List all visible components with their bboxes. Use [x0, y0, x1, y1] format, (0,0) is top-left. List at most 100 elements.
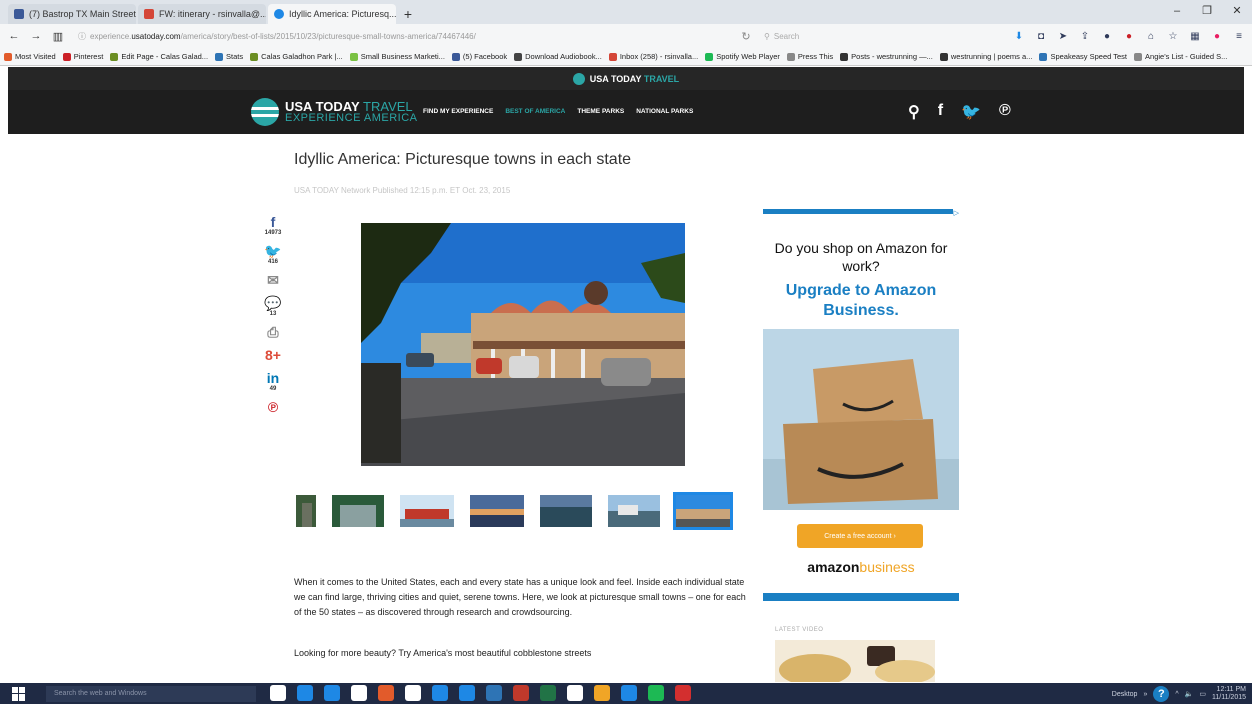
article-link-paragraph[interactable]: Looking for more beauty? Try America's m…	[294, 648, 591, 658]
tab-itinerary[interactable]: FW: itinerary - rsinvalla@... ✕	[138, 4, 266, 24]
bookmark-item[interactable]: Spotify Web Player	[705, 52, 780, 61]
gallery-thumbnail[interactable]	[400, 495, 454, 527]
bookmark-item[interactable]: Stats	[215, 52, 243, 61]
bookmark-item[interactable]: westrunning | poems a...	[939, 52, 1032, 61]
taskbar-app-icon[interactable]	[540, 685, 556, 701]
gallery-thumbnail[interactable]	[608, 495, 660, 527]
bookmark-item[interactable]: Posts - westrunning —...	[840, 52, 933, 61]
bookmark-item[interactable]: (5) Facebook	[451, 52, 507, 61]
taskbar-app-icon[interactable]	[378, 685, 394, 701]
main-gallery-photo[interactable]	[361, 223, 685, 466]
download-icon[interactable]: ⬇	[1012, 29, 1026, 43]
tray-chevron-icon[interactable]: »	[1143, 691, 1147, 698]
taskbar-search-input[interactable]: Search the web and Windows	[46, 685, 256, 702]
address-bar[interactable]: ⓘ experience. usatoday.com/america/story/…	[72, 27, 732, 45]
adblock-icon[interactable]: ●	[1210, 29, 1224, 43]
create-account-button[interactable]: Create a free account ›	[797, 524, 923, 548]
pinterest-share-button[interactable]: ℗	[268, 399, 278, 415]
email-share-button[interactable]: ✉	[267, 272, 279, 288]
bookmark-item[interactable]: Angie's List - Guided S...	[1134, 52, 1227, 61]
maximize-button[interactable]: ❐	[1192, 0, 1222, 24]
menu-theme-parks[interactable]: THEME PARKS	[577, 108, 624, 115]
linkedin-share-button[interactable]: in 49	[267, 370, 279, 392]
taskbar-app-icon[interactable]	[351, 685, 367, 701]
bookmark-favicon-icon	[349, 52, 358, 61]
twitter-share-button[interactable]: 🐦 416	[264, 243, 281, 265]
bookmark-item[interactable]: Pinterest	[62, 52, 103, 61]
gallery-thumbnail-selected[interactable]	[673, 492, 733, 530]
gallery-thumbnail[interactable]	[470, 495, 524, 527]
taskbar-app-icon[interactable]	[675, 685, 691, 701]
send-icon[interactable]: ➤	[1056, 29, 1070, 43]
latest-video-thumbnail[interactable]	[775, 640, 935, 682]
gallery-thumbnail[interactable]	[332, 495, 384, 527]
reload-icon[interactable]: ↻	[738, 30, 754, 43]
taskbar-app-icon[interactable]	[621, 685, 637, 701]
home-icon[interactable]: ⌂	[1144, 29, 1158, 43]
gallery-thumbnail[interactable]	[540, 495, 592, 527]
tab-idyllic-america[interactable]: Idyllic America: Picturesq... ✕	[268, 4, 396, 24]
pinterest-extension-icon[interactable]: ●	[1122, 29, 1136, 43]
google-plus-share-button[interactable]: 8+	[265, 347, 281, 363]
tab-bastrop[interactable]: (7) Bastrop TX Main Street ✕	[8, 4, 136, 24]
gallery-thumbnail[interactable]	[296, 495, 316, 527]
bookmark-item[interactable]: Small Business Marketi...	[349, 52, 445, 61]
taskbar-app-icon[interactable]	[324, 685, 340, 701]
help-icon[interactable]: ?	[1153, 686, 1170, 702]
search-icon[interactable]: ⚲	[908, 102, 920, 122]
reader-icon[interactable]: ▥	[50, 30, 66, 43]
close-window-button[interactable]: ✕	[1222, 0, 1252, 24]
bookmark-star-icon[interactable]: ☆	[1166, 29, 1180, 43]
print-share-button[interactable]: ⎙	[267, 324, 278, 340]
taskbar-app-icon[interactable]	[405, 685, 421, 701]
menu-icon[interactable]: ≡	[1232, 29, 1246, 43]
clock[interactable]: 12:11 PM 11/11/2015	[1212, 686, 1246, 702]
search-input[interactable]: ⚲ Search	[760, 27, 960, 45]
menu-find-my-experience[interactable]: FIND MY EXPERIENCE	[423, 108, 493, 115]
bookmark-item[interactable]: Speakeasy Speed Test	[1039, 52, 1127, 61]
bookmark-item[interactable]: Most Visited	[4, 52, 56, 61]
pocket-icon[interactable]: ◘	[1034, 29, 1048, 43]
menu-national-parks[interactable]: NATIONAL PARKS	[636, 108, 693, 115]
bookmark-item[interactable]: Edit Page - Calas Galad...	[110, 52, 208, 61]
info-icon: ⓘ	[78, 31, 86, 41]
taskbar-app-icon[interactable]	[297, 685, 313, 701]
taskbar-app-icon[interactable]	[567, 685, 583, 701]
adchoices-icon[interactable]: ▷	[954, 209, 959, 217]
ad-question: Do you shop on Amazon for work?	[774, 240, 948, 274]
taskbar-app-icon[interactable]	[432, 685, 448, 701]
taskbar-app-icon[interactable]	[648, 685, 664, 701]
library-icon[interactable]: ▦	[1188, 29, 1202, 43]
bookmark-item[interactable]: Download Audiobook...	[514, 52, 602, 61]
comment-share-button[interactable]: 💬 13	[264, 295, 281, 317]
usatoday-travel-link[interactable]: USA TODAY TRAVEL	[590, 74, 679, 84]
desktop-label[interactable]: Desktop	[1112, 691, 1138, 698]
tray-up-icon[interactable]: ^	[1175, 691, 1178, 698]
taskbar-app-icon[interactable]	[459, 685, 475, 701]
bookmark-item[interactable]: Calas Galadhon Park |...	[250, 52, 343, 61]
site-social: ⚲ f 🐦 ℗	[908, 102, 1011, 122]
back-icon[interactable]: ←	[6, 30, 22, 42]
windows-taskbar: Search the web and Windows Desktop » ? ^…	[0, 683, 1252, 704]
taskbar-app-icon[interactable]	[513, 685, 529, 701]
taskbar-app-icon[interactable]	[486, 685, 502, 701]
windows-start-icon[interactable]	[12, 686, 28, 701]
bookmark-item[interactable]: Inbox (258) - rsinvalla...	[608, 52, 698, 61]
facebook-share-button[interactable]: f 14973	[265, 214, 282, 236]
twitter-icon[interactable]: 🐦	[961, 102, 981, 122]
site-logo[interactable]: USA TODAY TRAVEL EXPERIENCE AMERICA	[251, 98, 417, 126]
share-icon[interactable]: ⇪	[1078, 29, 1092, 43]
pinterest-icon[interactable]: ℗	[999, 102, 1011, 122]
minimize-button[interactable]: –	[1162, 0, 1192, 24]
volume-icon[interactable]: 🔈	[1185, 690, 1194, 698]
taskbar-app-icon[interactable]	[270, 685, 286, 701]
new-tab-button[interactable]: +	[398, 4, 418, 24]
taskbar-app-icon[interactable]	[594, 685, 610, 701]
forward-icon[interactable]: →	[28, 30, 44, 42]
menu-best-of-america[interactable]: BEST OF AMERICA	[505, 108, 565, 115]
bookmark-item[interactable]: Press This	[786, 52, 833, 61]
notifications-icon[interactable]: ▭	[1199, 690, 1206, 698]
facebook-icon[interactable]: f	[938, 102, 943, 122]
extension-icon[interactable]: ●	[1100, 29, 1114, 43]
amazon-business-ad[interactable]: ▷ Do you shop on Amazon for work? Upgrad…	[763, 209, 959, 601]
